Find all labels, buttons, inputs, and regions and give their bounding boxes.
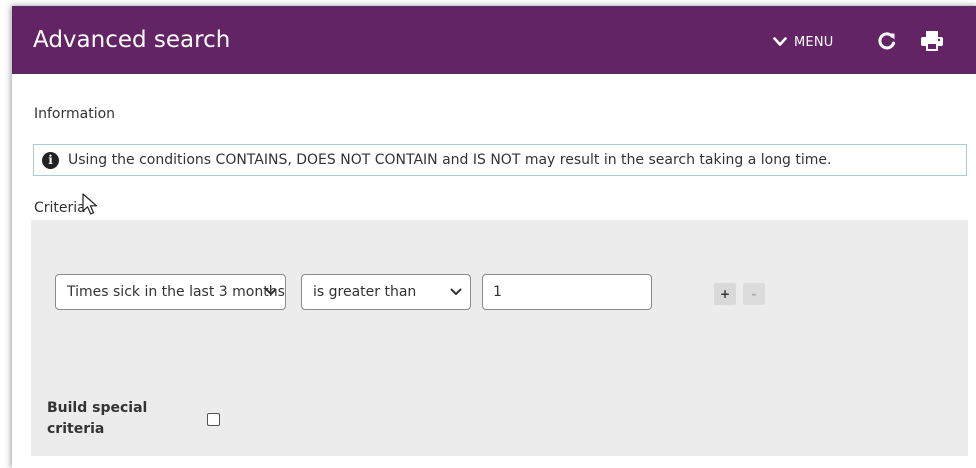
menu-button[interactable]: MENU xyxy=(773,32,833,52)
criteria-field-value: Times sick in the last 3 months xyxy=(67,284,285,300)
chevron-down-icon xyxy=(265,288,277,295)
refresh-icon xyxy=(878,32,896,50)
info-icon: i xyxy=(42,151,59,169)
criteria-value-input[interactable]: 1 xyxy=(482,274,652,310)
add-criteria-button[interactable]: + xyxy=(714,283,736,305)
build-special-criteria-checkbox[interactable] xyxy=(207,413,220,426)
chevron-down-icon xyxy=(450,288,462,295)
refresh-button[interactable] xyxy=(876,30,898,52)
mouse-pointer-icon xyxy=(82,193,98,215)
remove-criteria-button[interactable]: - xyxy=(743,283,765,305)
criteria-panel: Times sick in the last 3 months is great… xyxy=(31,220,968,456)
chevron-down-icon xyxy=(773,37,787,47)
menu-label: MENU xyxy=(794,34,834,50)
page-title: Advanced search xyxy=(33,27,231,53)
print-button[interactable] xyxy=(921,31,943,51)
criteria-field-select[interactable]: Times sick in the last 3 months xyxy=(55,274,286,310)
header-bar: Advanced search MENU xyxy=(12,6,976,74)
criteria-operator-select[interactable]: is greater than xyxy=(301,274,471,310)
information-label: Information xyxy=(34,106,116,122)
print-icon xyxy=(921,31,943,51)
info-message: Using the conditions CONTAINS, DOES NOT … xyxy=(68,152,832,168)
advanced-search-window: Advanced search MENU Information i Using… xyxy=(12,6,976,468)
criteria-operator-value: is greater than xyxy=(313,284,417,300)
criteria-label: Criteria xyxy=(34,200,86,216)
build-special-criteria-label: Build special criteria xyxy=(47,400,148,437)
info-message-box: i Using the conditions CONTAINS, DOES NO… xyxy=(33,144,967,176)
